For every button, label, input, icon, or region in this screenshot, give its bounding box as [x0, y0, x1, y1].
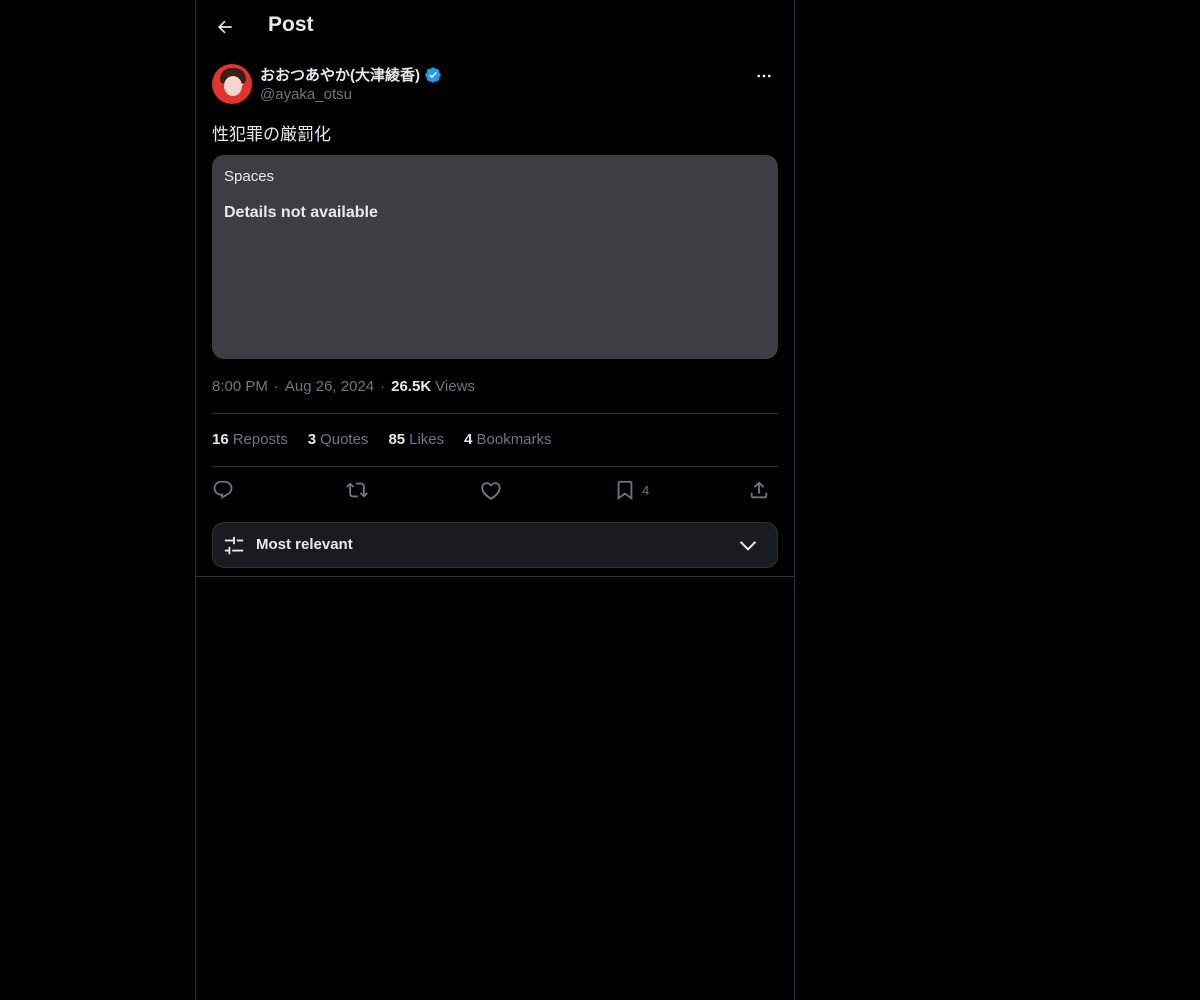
bookmark-count: 4	[642, 482, 650, 498]
author-display-name[interactable]: おおつあやか(大津綾香)	[260, 64, 420, 85]
more-horizontal-icon	[757, 74, 771, 78]
post-meta: 8:00 PM · Aug 26, 2024 · 26.5K Views	[212, 378, 475, 395]
share-icon	[750, 481, 768, 499]
author-name-row[interactable]: おおつあやか(大津綾香)	[260, 64, 442, 85]
chevron-down-icon	[739, 541, 757, 551]
reply-icon	[213, 480, 233, 499]
bookmark-button[interactable]: 4	[614, 476, 649, 504]
sliders-icon	[224, 536, 244, 555]
post-stats: 16 Reposts 3 Quotes 85 Likes 4 Bookmarks	[212, 431, 552, 448]
like-button[interactable]	[480, 476, 502, 504]
post-time[interactable]: 8:00 PM	[212, 378, 268, 395]
sort-label: Most relevant	[256, 536, 353, 553]
post-date[interactable]: Aug 26, 2024	[285, 378, 374, 395]
repost-button[interactable]	[346, 476, 368, 504]
replies-sort-dropdown[interactable]: Most relevant	[212, 522, 778, 568]
author-handle[interactable]: @ayaka_otsu	[260, 86, 352, 103]
verified-badge-icon[interactable]	[424, 66, 442, 84]
repost-icon	[346, 482, 368, 498]
quotes-stat[interactable]: 3 Quotes	[308, 431, 369, 448]
divider	[196, 576, 794, 577]
post-author: おおつあやか(大津綾香) @ayaka_otsu	[212, 64, 778, 108]
page-header: Post	[196, 0, 794, 54]
more-options-button[interactable]	[750, 64, 778, 88]
heart-icon	[481, 482, 501, 500]
avatar[interactable]	[212, 64, 252, 104]
spaces-card-label: Spaces	[224, 168, 275, 185]
page-title: Post	[268, 13, 314, 36]
views-label: Views	[435, 378, 475, 395]
post-text: 性犯罪の厳罰化	[212, 125, 331, 144]
back-button[interactable]	[208, 10, 242, 44]
meta-separator: ·	[380, 378, 386, 395]
reposts-stat[interactable]: 16 Reposts	[212, 431, 288, 448]
bookmark-icon	[617, 480, 633, 501]
divider	[212, 466, 778, 467]
share-button[interactable]	[748, 476, 770, 504]
main-column: Post おおつあやか(大津綾香) @ayaka_otsu 性犯罪の厳罰化 Sp…	[195, 0, 795, 1000]
divider	[212, 413, 778, 414]
meta-separator: ·	[273, 378, 279, 395]
arrow-left-icon	[218, 20, 232, 34]
reply-button[interactable]	[212, 476, 234, 504]
views-count: 26.5K	[391, 378, 432, 395]
post-actions: 4	[212, 476, 778, 506]
spaces-card-detail: Details not available	[224, 204, 378, 221]
spaces-card[interactable]: Spaces Details not available	[212, 155, 778, 359]
bookmarks-stat[interactable]: 4 Bookmarks	[464, 431, 551, 448]
likes-stat[interactable]: 85 Likes	[388, 431, 444, 448]
